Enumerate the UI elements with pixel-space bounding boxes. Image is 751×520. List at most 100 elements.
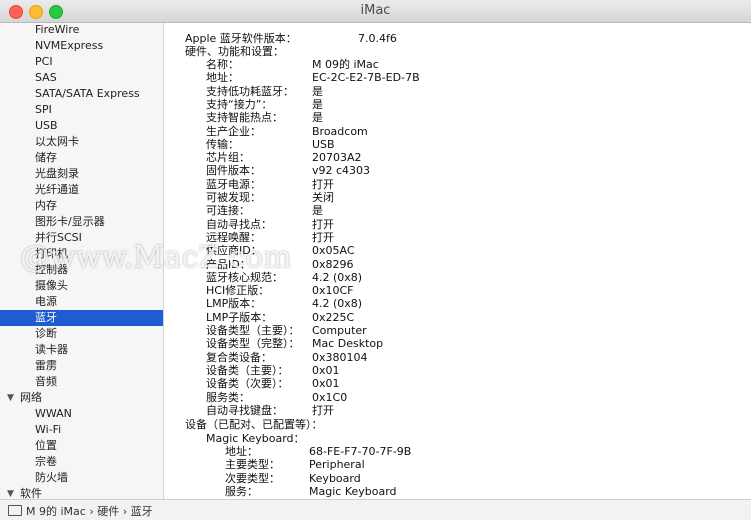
sidebar-item[interactable]: 光盘刻录 xyxy=(0,166,163,182)
property-key: HCI修正版： xyxy=(206,284,270,298)
property-value: Magic Keyboard xyxy=(309,484,397,498)
property-key: 设备类型（完整）： xyxy=(206,337,300,351)
property-value: 0x1C0 xyxy=(312,390,348,404)
sidebar-item[interactable]: USB xyxy=(0,118,163,134)
property-value: 是 xyxy=(312,97,323,111)
property-value: 是 xyxy=(312,204,323,218)
sidebar-item[interactable]: 电源 xyxy=(0,294,163,310)
property-key: 地址： xyxy=(225,445,258,458)
sidebar-item[interactable]: Wi-Fi xyxy=(0,422,163,438)
sidebar-item-label: 读卡器 xyxy=(35,343,68,356)
breadcrumb: M 9的 iMac › 硬件 › 蓝牙 xyxy=(8,503,153,519)
sidebar-item-label: 防火墙 xyxy=(35,471,68,484)
sidebar-item[interactable]: 读卡器 xyxy=(0,342,163,358)
property-value: 20703A2 xyxy=(312,151,362,165)
window-title: iMac xyxy=(360,3,391,18)
sidebar-item[interactable]: 音频 xyxy=(0,374,163,390)
system-information-window: iMac FireWire NVMExpress PCI SAS SATA/SATA E… xyxy=(0,0,751,520)
sidebar-item[interactable]: 摄像头 xyxy=(0,278,163,294)
sidebar-item[interactable]: 位置 xyxy=(0,438,163,454)
breadcrumb-hardware[interactable]: 硬件 xyxy=(97,505,119,518)
property-value: 打开 xyxy=(312,403,334,417)
computer-icon xyxy=(8,505,22,516)
property-key: 设备类（主要）： xyxy=(206,363,289,377)
property-key: 硬件、功能和设置： xyxy=(185,45,284,58)
property-key: 主要类型： xyxy=(225,458,280,472)
sidebar-item[interactable]: 图形卡/显示器 xyxy=(0,214,163,230)
sidebar-item-label: 内存 xyxy=(35,199,57,212)
sidebar-item-label: 打印机 xyxy=(35,247,68,260)
sidebar-item[interactable]: 以太网卡 xyxy=(0,134,163,150)
sidebar-item[interactable]: FireWire xyxy=(0,23,163,38)
property-key: 复合类设备： xyxy=(206,350,272,364)
property-value: 是 xyxy=(312,84,323,98)
sidebar-item[interactable]: 控制器 xyxy=(0,262,163,278)
sidebar-item-label: WWAN xyxy=(35,407,72,420)
sidebar-item[interactable]: SAS xyxy=(0,70,163,86)
sidebar-item-label: 图形卡/显示器 xyxy=(35,215,105,228)
property-value: 0x01 xyxy=(312,363,340,377)
sidebar-item[interactable]: NVMExpress xyxy=(0,38,163,54)
sidebar-item[interactable]: WWAN xyxy=(0,406,163,422)
sidebar-item-label: 诊断 xyxy=(35,327,57,340)
property-key: 远程唤醒： xyxy=(206,230,261,244)
sidebar-item[interactable]: 光纤通道 xyxy=(0,182,163,198)
property-value: USB xyxy=(312,137,335,151)
property-key: Magic Keyboard： xyxy=(206,432,305,445)
sidebar-group-network[interactable]: ▼ 网络 xyxy=(0,390,163,406)
sidebar-item-label: 以太网卡 xyxy=(35,135,79,148)
property-key: 支持低功耗蓝牙： xyxy=(206,84,294,98)
sidebar-item[interactable]: 防火墙 xyxy=(0,470,163,486)
sidebar-item[interactable]: 储存 xyxy=(0,150,163,166)
property-key: 可连接： xyxy=(206,204,250,218)
property-key: 供应商ID： xyxy=(206,244,262,258)
sidebar[interactable]: FireWire NVMExpress PCI SAS SATA/SATA Expres… xyxy=(0,23,164,499)
property-key: 名称： xyxy=(206,58,239,71)
property-value: 0x8296 xyxy=(312,257,354,271)
property-key: 可被发现： xyxy=(206,191,261,204)
sidebar-item[interactable]: SPI xyxy=(0,102,163,118)
sidebar-item-label: SATA/SATA Express xyxy=(35,87,140,100)
sidebar-item[interactable]: 雷雳 xyxy=(0,358,163,374)
sidebar-group-software[interactable]: ▼ 软件 xyxy=(0,486,163,499)
property-value: 0x01 xyxy=(312,377,340,391)
breadcrumb-separator: › xyxy=(89,505,94,518)
disclosure-triangle-icon[interactable]: ▼ xyxy=(7,390,14,406)
property-key: 地址： xyxy=(206,71,239,85)
sidebar-item-label: FireWire xyxy=(35,23,80,36)
property-value: Peripheral xyxy=(309,458,365,472)
sidebar-item-label: NVMExpress xyxy=(35,39,104,52)
sidebar-item-label: 电源 xyxy=(35,295,57,308)
breadcrumb-separator: › xyxy=(122,505,128,518)
property-key: 固件版本： xyxy=(206,164,261,178)
property-value: Broadcom xyxy=(312,124,368,138)
sidebar-item[interactable]: 宗卷 xyxy=(0,454,163,470)
sidebar-item-label: PCI xyxy=(35,55,53,68)
sidebar-item-label: 光盘刻录 xyxy=(35,167,79,180)
property-key: 蓝牙电源： xyxy=(206,177,261,191)
sidebar-group-label: 软件 xyxy=(20,487,42,499)
sidebar-item[interactable]: PCI xyxy=(0,54,163,70)
sidebar-item[interactable]: 并行SCSI xyxy=(0,230,163,246)
sidebar-item-label: 音频 xyxy=(35,375,57,388)
status-bar: M 9的 iMac › 硬件 › 蓝牙 xyxy=(0,499,751,520)
disclosure-triangle-icon[interactable]: ▼ xyxy=(7,486,14,499)
breadcrumb-bluetooth[interactable]: 蓝牙 xyxy=(131,505,153,518)
property-key: 支持“接力”： xyxy=(206,97,273,111)
sidebar-item-label: 蓝牙 xyxy=(35,311,57,324)
property-key: 自动寻找点： xyxy=(206,217,272,231)
sidebar-item[interactable]: 打印机 xyxy=(0,246,163,262)
sidebar-item[interactable]: 蓝牙 xyxy=(0,310,163,326)
sidebar-item[interactable]: 内存 xyxy=(0,198,163,214)
sidebar-item[interactable]: 诊断 xyxy=(0,326,163,342)
property-value: 打开 xyxy=(312,217,334,231)
sidebar-item[interactable]: SATA/SATA Express xyxy=(0,86,163,102)
property-value: 打开 xyxy=(312,230,334,244)
breadcrumb-machine[interactable]: M 9的 iMac xyxy=(26,505,86,518)
property-value: EC-2C-E2-7B-ED-7B xyxy=(312,71,420,85)
property-key: 生产企业： xyxy=(206,124,261,138)
property-value: M 09的 iMac xyxy=(312,58,379,71)
sidebar-item-label: 控制器 xyxy=(35,263,68,276)
property-key: 设备类（次要）： xyxy=(206,377,289,391)
sidebar-item-label: 宗卷 xyxy=(35,455,57,468)
